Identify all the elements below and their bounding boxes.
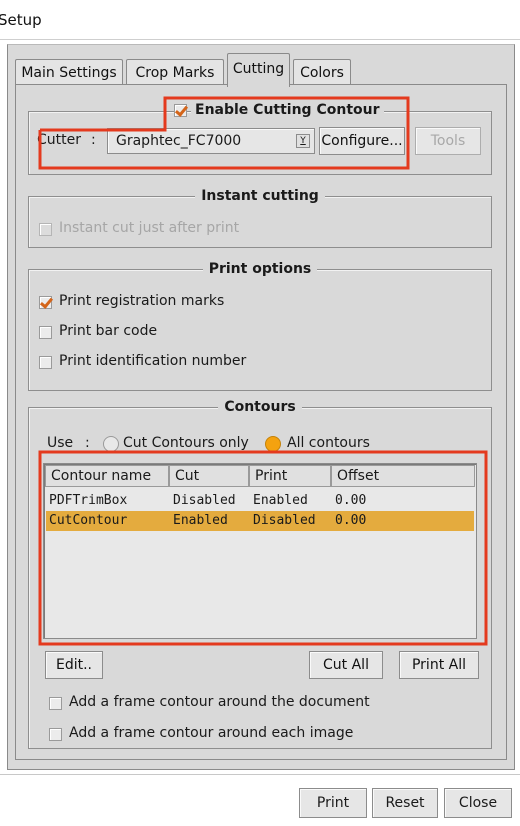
- tab-crop-marks[interactable]: Crop Marks: [126, 59, 224, 87]
- contours-table[interactable]: Contour name Cut Print Offset PDFTrimBox…: [43, 463, 477, 639]
- reset-button[interactable]: Reset: [372, 788, 438, 818]
- use-separator: :: [85, 435, 90, 451]
- column-header-cut[interactable]: Cut: [169, 465, 249, 487]
- print-identification-number-checkbox[interactable]: [39, 356, 52, 369]
- use-label: Use: [47, 435, 74, 451]
- edit-button[interactable]: Edit..: [45, 651, 103, 679]
- instant-cutting-group: Instant cutting Instant cut just after p…: [28, 188, 492, 248]
- instant-cutting-title: Instant cutting: [195, 188, 325, 204]
- footer-separator: [0, 774, 520, 775]
- tools-button[interactable]: Tools: [415, 127, 481, 155]
- cell-offset: 0.00: [335, 513, 367, 528]
- table-row-selected[interactable]: CutContour Enabled Disabled 0.00: [46, 511, 474, 531]
- setup-dialog: Main Settings Crop Marks Cutting Colors …: [7, 44, 515, 770]
- tab-colors[interactable]: Colors: [293, 59, 351, 87]
- frame-document-checkbox[interactable]: [49, 697, 62, 710]
- print-registration-marks-checkbox[interactable]: [39, 296, 52, 309]
- tab-cutting[interactable]: Cutting: [227, 53, 290, 87]
- print-bar-code-label: Print bar code: [59, 323, 158, 339]
- column-header-print[interactable]: Print: [249, 465, 331, 487]
- print-button[interactable]: Print: [299, 788, 367, 818]
- frame-document-label: Add a frame contour around the document: [69, 694, 370, 710]
- tab-main-settings[interactable]: Main Settings: [15, 59, 123, 87]
- instant-cut-label: Instant cut just after print: [59, 220, 240, 236]
- cell-contour-name: PDFTrimBox: [49, 493, 128, 508]
- contours-title: Contours: [218, 399, 302, 415]
- frame-image-label: Add a frame contour around each image: [69, 725, 354, 741]
- all-contours-label: All contours: [287, 435, 370, 451]
- enable-cutting-contour-checkbox[interactable]: [174, 104, 187, 117]
- print-options-group: Print options Print registration marks P…: [28, 261, 492, 391]
- cutting-panel: Enable Cutting Contour Cutter : Graphtec…: [15, 84, 507, 760]
- cutter-separator: :: [91, 132, 96, 148]
- cell-print: Disabled: [253, 513, 316, 528]
- print-bar-code-checkbox[interactable]: [39, 326, 52, 339]
- cell-contour-name: CutContour: [49, 513, 128, 528]
- configure-button[interactable]: Configure...: [319, 127, 405, 155]
- all-contours-radio[interactable]: [265, 436, 281, 452]
- instant-cut-checkbox[interactable]: [39, 223, 52, 236]
- title-bar: Setup: [0, 0, 520, 40]
- cutter-select[interactable]: Graphtec_FC7000 Y: [107, 128, 315, 154]
- column-header-contour-name[interactable]: Contour name: [45, 465, 169, 487]
- cutter-value: Graphtec_FC7000: [116, 133, 242, 149]
- enable-cutting-contour-label: Enable Cutting Contour: [191, 102, 384, 118]
- close-button[interactable]: Close: [444, 788, 512, 818]
- print-identification-number-label: Print identification number: [59, 353, 247, 369]
- column-header-offset[interactable]: Offset: [331, 465, 475, 487]
- cut-contours-only-label: Cut Contours only: [123, 435, 249, 451]
- print-registration-marks-label: Print registration marks: [59, 293, 225, 309]
- window-title: Setup: [0, 11, 42, 29]
- cell-print: Enabled: [253, 493, 308, 508]
- cut-contours-only-radio[interactable]: [103, 436, 119, 452]
- dropdown-arrow-icon[interactable]: Y: [296, 134, 310, 148]
- frame-image-checkbox[interactable]: [49, 728, 62, 741]
- cutter-label: Cutter: [37, 132, 81, 148]
- cell-cut: Enabled: [173, 513, 228, 528]
- cell-offset: 0.00: [335, 493, 367, 508]
- table-row[interactable]: PDFTrimBox Disabled Enabled 0.00: [46, 491, 474, 511]
- print-options-title: Print options: [202, 261, 318, 277]
- cell-cut: Disabled: [173, 493, 236, 508]
- cutting-contour-group: Enable Cutting Contour Cutter : Graphtec…: [28, 102, 492, 175]
- print-all-button[interactable]: Print All: [399, 651, 479, 679]
- cut-all-button[interactable]: Cut All: [309, 651, 383, 679]
- contours-group: Contours Use : Cut Contours only All con…: [28, 399, 492, 749]
